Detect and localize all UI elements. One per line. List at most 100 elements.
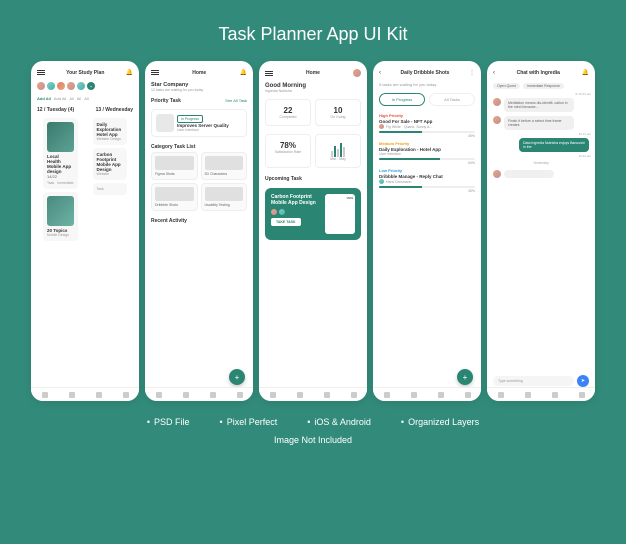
- featured-task[interactable]: Carbon Footprint Mobile App Design TAKE …: [265, 188, 361, 240]
- date-2: 13 / Wednesday: [96, 107, 133, 113]
- priority-medium[interactable]: Medium Priority Daily Exploration - Hote…: [379, 141, 475, 165]
- date-1: 12 / Tuesday (4): [37, 107, 74, 113]
- nav-icon[interactable]: [123, 392, 129, 398]
- screen2-title: Home: [192, 70, 206, 76]
- avatar[interactable]: [67, 82, 75, 90]
- chip[interactable]: All: [84, 96, 88, 101]
- nav-icon[interactable]: [351, 392, 357, 398]
- bottom-nav: [145, 387, 253, 401]
- avatar[interactable]: [37, 82, 45, 90]
- task-thumb: [156, 114, 174, 132]
- chip[interactable]: Add All: [37, 96, 51, 101]
- msg-avatar[interactable]: [493, 116, 501, 124]
- stat-satisfaction[interactable]: 78% Satisfaction Rate: [265, 134, 311, 168]
- msg-avatar[interactable]: [493, 170, 501, 178]
- take-task-button[interactable]: TAKE TASK: [271, 218, 301, 226]
- feature-item: •Organized Layers: [401, 417, 479, 427]
- screen4-sub: 5 tasks are waiting for you today: [373, 80, 481, 89]
- priority-high[interactable]: High Priority Good For Sale - NFT App Fi…: [379, 113, 475, 138]
- tab-in-progress[interactable]: In Progress: [379, 93, 425, 106]
- nav-icon[interactable]: [498, 392, 504, 398]
- upcoming-label: Upcoming Task: [265, 176, 302, 182]
- avatar[interactable]: [57, 82, 65, 90]
- nav-icon[interactable]: [525, 392, 531, 398]
- msg-bubble: Finish it before a select time frame cre…: [504, 116, 574, 130]
- msg-avatar[interactable]: [493, 98, 501, 106]
- status-badge: In Progress: [177, 115, 203, 123]
- footer-note: Image Not Included: [0, 435, 626, 453]
- chat-input[interactable]: Type something: [493, 376, 574, 386]
- priority-low[interactable]: Low Priority Dribbble Manage - Reply Cha…: [379, 168, 475, 193]
- nav-icon[interactable]: [579, 392, 585, 398]
- bottom-nav: [487, 387, 595, 401]
- chip[interactable]: All: [77, 96, 81, 101]
- priority-label: Priority Task: [151, 98, 181, 104]
- avatar[interactable]: [77, 82, 85, 90]
- screen5-title: Chat with Ingredia: [517, 70, 560, 76]
- feature-item: •iOS & Android: [307, 417, 371, 427]
- company-sub: 12 tasks are waiting for you today: [151, 88, 247, 92]
- chip[interactable]: All: [69, 96, 73, 101]
- task-card[interactable]: 20 Topics Mobile Design: [43, 192, 78, 241]
- nav-icon[interactable]: [69, 392, 75, 398]
- priority-task-card[interactable]: In Progress Improves Server Quality User…: [151, 109, 247, 137]
- nav-icon[interactable]: [552, 392, 558, 398]
- nav-icon[interactable]: [237, 392, 243, 398]
- tab-all-tasks[interactable]: All Tasks: [429, 93, 475, 106]
- stat-period[interactable]: Mar - May: [315, 134, 361, 168]
- nav-icon[interactable]: [210, 392, 216, 398]
- nav-icon[interactable]: [384, 392, 390, 398]
- menu-icon[interactable]: [265, 71, 273, 76]
- avatar-more[interactable]: +: [87, 82, 95, 90]
- msg-bubble-mine: Data Ingredia Nutrisha enjoys Banooshi i…: [519, 138, 589, 152]
- nav-icon[interactable]: [324, 392, 330, 398]
- screen-daily-shots: ‹ Daily Dribbble Shots ⋮ 5 tasks are wai…: [373, 61, 481, 401]
- bell-icon[interactable]: 🔔: [126, 69, 133, 76]
- chat-tag[interactable]: Immediate Response: [523, 83, 564, 89]
- category-card[interactable]: 3D Characters: [201, 152, 248, 180]
- stat-completed[interactable]: 22 Completed: [265, 99, 311, 126]
- nav-icon[interactable]: [297, 392, 303, 398]
- screen-study-plan: Your Study Plan 🔔 + Add All Add All All …: [31, 61, 139, 401]
- screen3-title: Home: [306, 70, 320, 76]
- nav-icon[interactable]: [42, 392, 48, 398]
- category-card[interactable]: Figma Shots: [151, 152, 198, 180]
- category-label: Category Task List: [151, 144, 195, 150]
- task-card[interactable]: Task: [93, 183, 127, 195]
- stat-ongoing[interactable]: 10 On Going: [315, 99, 361, 126]
- send-button[interactable]: ➤: [577, 375, 589, 387]
- chat-tag[interactable]: Open Quest: [493, 83, 520, 89]
- date-divider: Yesterday: [487, 158, 595, 168]
- more-icon[interactable]: ⋮: [469, 69, 475, 76]
- nav-icon[interactable]: [96, 392, 102, 398]
- menu-icon[interactable]: [151, 70, 159, 75]
- nav-icon[interactable]: [183, 392, 189, 398]
- profile-avatar[interactable]: [353, 69, 361, 77]
- screen-home-stats: Home Good Morning Ingredia Nutrisha 22 C…: [259, 61, 367, 401]
- bell-icon[interactable]: 🔔: [240, 69, 247, 76]
- bottom-nav: [373, 387, 481, 401]
- category-card[interactable]: Usability Testing: [201, 183, 248, 211]
- back-icon[interactable]: ‹: [493, 70, 495, 76]
- nav-icon[interactable]: [438, 392, 444, 398]
- avatar[interactable]: [47, 82, 55, 90]
- nav-icon[interactable]: [270, 392, 276, 398]
- menu-icon[interactable]: [37, 70, 45, 75]
- screen1-title: Your Study Plan: [66, 70, 104, 76]
- task-card[interactable]: Daily Exploration Hotel App Website Desi…: [93, 118, 127, 145]
- nav-icon[interactable]: [465, 392, 471, 398]
- nav-icon[interactable]: [411, 392, 417, 398]
- task-card[interactable]: Carbon Footprint Mobile App Design Websi…: [93, 148, 127, 180]
- avatar-row: +: [31, 80, 139, 92]
- mockup-preview: 1509: [325, 194, 355, 234]
- nav-icon[interactable]: [156, 392, 162, 398]
- fab-add[interactable]: +: [457, 369, 473, 385]
- feature-item: •Pixel Perfect: [220, 417, 278, 427]
- back-icon[interactable]: ‹: [379, 70, 381, 76]
- task-card[interactable]: Local Health Mobile App design 14/22 Tas…: [43, 118, 78, 189]
- see-all-link[interactable]: See All Task: [225, 98, 247, 104]
- category-card[interactable]: Dribbble Shots: [151, 183, 198, 211]
- chip[interactable]: Add All: [54, 96, 66, 101]
- fab-add[interactable]: +: [229, 369, 245, 385]
- bell-icon[interactable]: 🔔: [582, 69, 589, 76]
